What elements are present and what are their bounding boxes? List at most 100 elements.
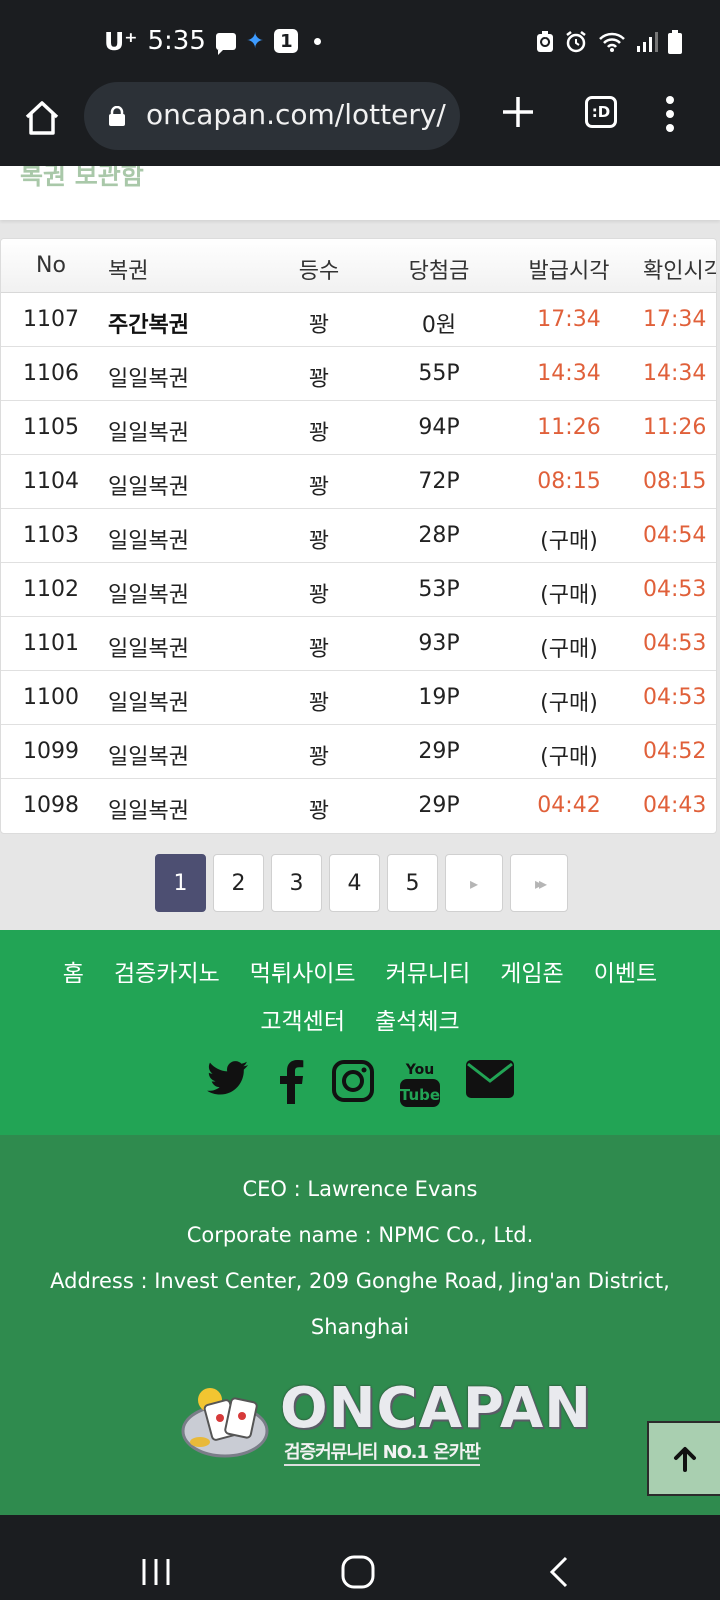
logo-subtitle: 검증커뮤니티 NO.1 온카판: [284, 1438, 481, 1466]
next-page-button[interactable]: ▸: [445, 854, 503, 912]
row-rank: 꽝: [308, 799, 330, 824]
table-row[interactable]: 1101 일일복권 꽝 93P (구매) 04:53: [1, 617, 716, 671]
footer-nav-row: 홈 검증카지노 먹튀사이트 커뮤니티 게임존 이벤트: [0, 954, 720, 988]
row-rank: 꽝: [308, 745, 330, 770]
pagination: 1 2 3 4 5 ▸ ▸▸: [155, 854, 568, 912]
more-options-icon[interactable]: [662, 94, 678, 134]
row-issued-time: (구매): [540, 691, 598, 716]
table-row[interactable]: 1107 주간복권 꽝 0원 17:34 17:34: [1, 293, 716, 347]
row-no: 1102: [23, 577, 79, 602]
row-lottery-name: 일일복권: [108, 475, 189, 500]
back-icon[interactable]: [548, 1555, 570, 1589]
row-issued-time: (구매): [540, 637, 598, 662]
row-no: 1100: [23, 685, 79, 710]
tab-switcher-button[interactable]: :D: [585, 96, 617, 128]
ceo-text: CEO : Lawrence Evans: [242, 1177, 478, 1201]
facebook-icon[interactable]: [276, 1060, 306, 1104]
header-prize: 당첨금: [408, 259, 470, 284]
social-links: You Tube: [0, 1060, 720, 1108]
address-text: Address : Invest Center, 209 Gonghe Road…: [50, 1269, 670, 1293]
table-row[interactable]: 1106 일일복권 꽝 55P 14:34 14:34: [1, 347, 716, 401]
footer-link-community[interactable]: 커뮤니티: [386, 954, 471, 988]
page-button-1[interactable]: 1: [155, 854, 206, 912]
oncapan-logo[interactable]: ONCAPAN 검증커뮤니티 NO.1 온카판: [180, 1376, 591, 1470]
twitter-icon[interactable]: [206, 1060, 250, 1100]
scroll-to-top-button[interactable]: [647, 1421, 720, 1496]
table-row[interactable]: 1102 일일복권 꽝 53P (구매) 04:53: [1, 563, 716, 617]
youtube-you-text: You: [405, 1062, 434, 1078]
url-text[interactable]: oncapan.com/lottery/: [146, 98, 456, 131]
row-no: 1106: [23, 361, 79, 386]
address-bar[interactable]: oncapan.com/lottery/: [84, 82, 460, 150]
row-issued-time: 04:42: [537, 793, 601, 818]
table-row[interactable]: 1099 일일복권 꽝 29P (구매) 04:52: [1, 725, 716, 779]
footer-link-support[interactable]: 고객센터: [260, 1002, 345, 1036]
home-icon[interactable]: [22, 98, 62, 138]
instagram-icon[interactable]: [332, 1060, 374, 1102]
row-prize: 19P: [418, 685, 460, 710]
mail-icon[interactable]: [466, 1060, 514, 1098]
footer-link-game-zone[interactable]: 게임존: [500, 954, 563, 988]
row-issued-time: 11:26: [537, 415, 601, 440]
youtube-icon[interactable]: You Tube: [400, 1060, 440, 1108]
table-row[interactable]: 1103 일일복권 꽝 28P (구매) 04:54: [1, 509, 716, 563]
last-page-button[interactable]: ▸▸: [510, 854, 568, 912]
row-lottery-name: 주간복권: [108, 313, 189, 338]
row-checked-time: 08:15: [643, 469, 707, 494]
footer-link-events[interactable]: 이벤트: [594, 954, 657, 988]
sparkle-icon: ✦: [245, 28, 265, 54]
header-rank: 등수: [298, 259, 340, 284]
footer-link-home[interactable]: 홈: [63, 954, 84, 988]
table-row[interactable]: 1100 일일복권 꽝 19P (구매) 04:53: [1, 671, 716, 725]
status-left: U⁺ 5:35 ✦ 1: [104, 26, 322, 56]
recent-apps-icon[interactable]: [140, 1557, 172, 1587]
row-issued-time: (구매): [540, 583, 598, 608]
row-lottery-name: 일일복권: [108, 637, 189, 662]
header-issued-time: 발급시각: [528, 259, 610, 284]
footer-link-scam-sites[interactable]: 먹튀사이트: [250, 954, 356, 988]
row-no: 1101: [23, 631, 79, 656]
battery-saver-icon: [537, 31, 553, 52]
footer-link-attendance[interactable]: 출석체크: [375, 1002, 460, 1036]
row-prize: 53P: [418, 577, 460, 602]
home-nav-icon[interactable]: [341, 1555, 375, 1589]
wifi-icon: [599, 32, 625, 52]
signal-icon: [637, 32, 658, 52]
table-row[interactable]: 1098 일일복권 꽝 29P 04:42 04:43: [1, 779, 716, 833]
row-checked-time: 17:34: [643, 307, 707, 332]
youtube-tube-text: Tube: [400, 1086, 440, 1104]
screen: U⁺ 5:35 ✦ 1 oncapan.com/lottery/ :D 복권 보…: [0, 0, 720, 1600]
row-checked-time: 04:54: [643, 523, 707, 548]
lock-icon: [109, 106, 125, 126]
table-row[interactable]: 1105 일일복권 꽝 94P 11:26 11:26: [1, 401, 716, 455]
row-lottery-name: 일일복권: [108, 691, 189, 716]
row-prize: 94P: [418, 415, 460, 440]
row-issued-time: 14:34: [537, 361, 601, 386]
row-no: 1105: [23, 415, 79, 440]
row-checked-time: 04:52: [643, 739, 707, 764]
row-lottery-name: 일일복권: [108, 799, 189, 824]
page-button-3[interactable]: 3: [271, 854, 322, 912]
footer-link-verified-casino[interactable]: 검증카지노: [114, 954, 220, 988]
page-button-5[interactable]: 5: [387, 854, 438, 912]
browser-toolbar: oncapan.com/lottery/ :D: [0, 82, 720, 166]
row-prize: 0원: [421, 313, 457, 338]
battery-icon: [668, 30, 682, 54]
row-rank: 꽝: [308, 637, 330, 662]
status-right: [536, 30, 682, 54]
address-text-line2: Shanghai: [310, 1315, 410, 1339]
page-button-4[interactable]: 4: [329, 854, 380, 912]
more-notifications-icon: [314, 37, 322, 45]
row-lottery-name: 일일복권: [108, 367, 189, 392]
page-button-2[interactable]: 2: [213, 854, 264, 912]
row-no: 1104: [23, 469, 79, 494]
status-bar: U⁺ 5:35 ✦ 1: [0, 0, 720, 82]
row-checked-time: 04:53: [643, 577, 707, 602]
carrier-label: U⁺: [104, 26, 138, 56]
new-tab-icon[interactable]: [500, 94, 536, 130]
table-row[interactable]: 1104 일일복권 꽝 72P 08:15 08:15: [1, 455, 716, 509]
row-no: 1098: [23, 793, 79, 818]
row-issued-time: (구매): [540, 745, 598, 770]
row-issued-time: (구매): [540, 529, 598, 554]
header-no: No: [36, 253, 66, 278]
